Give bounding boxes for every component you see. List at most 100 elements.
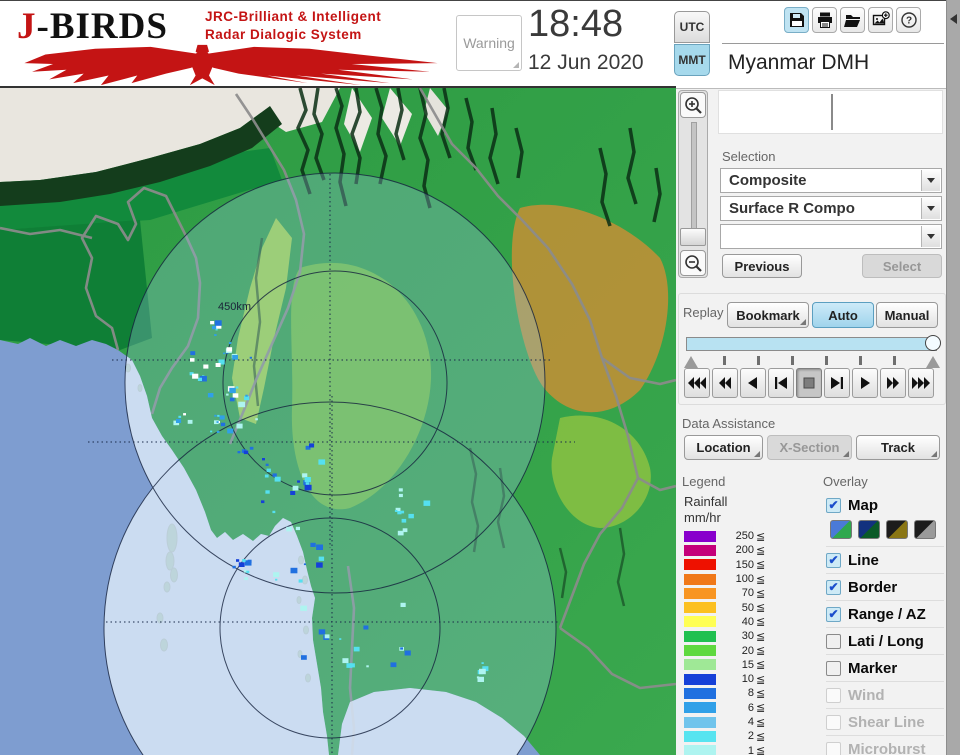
legend-row: 100 ≦ [684,572,780,586]
zoom-out-button[interactable] [680,250,706,276]
play-forward-button[interactable] [852,368,878,398]
zoom-in-button[interactable] [680,92,706,118]
step-forward-icon [831,377,843,389]
checkbox-disabled-icon [826,741,841,755]
overlay-item-microburst: Microburst [826,735,944,755]
range-ring-label: 450km [218,301,251,313]
stop-icon [803,377,815,389]
map-canvas: 450km [0,87,677,755]
bookmark-button[interactable]: Bookmark [727,302,809,328]
print-button[interactable] [812,7,837,33]
checkbox-checked-icon[interactable]: ✔ [826,497,841,513]
fast-rewind-3-button[interactable] [684,368,710,398]
add-image-icon [872,11,890,26]
replay-range-end-marker[interactable] [926,356,940,368]
stop-button[interactable] [796,368,822,398]
overlay-item-lati-long[interactable]: Lati / Long [826,627,944,654]
checkbox-checked-icon[interactable]: ✔ [826,606,841,622]
manual-button[interactable]: Manual [876,302,938,328]
zoom-slider-thumb[interactable] [680,228,706,246]
xsection-button[interactable]: X-Section [767,435,852,460]
checkbox-checked-icon[interactable]: ✔ [826,579,841,595]
fast-rewind-2-button[interactable] [712,368,738,398]
slider-tick [859,356,862,365]
overlay-item-marker[interactable]: Marker [826,654,944,681]
fast-forward-3-button[interactable] [908,368,934,398]
clock-time: 18:48 [528,3,624,45]
legend-row: 150 ≦ [684,558,780,572]
save-button[interactable] [784,7,809,33]
legend-swatch [684,702,716,714]
zoom-slider-track[interactable] [691,122,697,230]
selection-dropdown-2[interactable]: Surface R Compo [720,196,942,221]
warning-button[interactable]: Warning [456,15,522,71]
station-name: Myanmar DMH [728,51,870,74]
checkbox-unchecked-icon[interactable] [826,660,841,676]
checkbox-checked-icon[interactable]: ✔ [826,552,841,568]
overlay-list: ✔ Map ✔ Line ✔ Border ✔ Range / AZ Lati … [826,494,944,755]
mmt-button[interactable]: MMT [674,44,710,76]
jbirds-logo: J-BIRDS JRC-Brilliant & Intelligent Rada… [5,3,455,86]
collapse-arrow-icon [950,14,957,24]
help-button[interactable]: ? [896,7,921,33]
product-listbox[interactable] [718,90,943,134]
svg-text:?: ? [905,16,911,27]
play-backward-button[interactable] [740,368,766,398]
radar-map[interactable]: 450km [0,86,677,755]
map-style-thumbnail-3[interactable] [886,520,908,539]
replay-slider-handle[interactable] [925,335,941,351]
location-button[interactable]: Location [684,435,763,460]
play-forward-icon [861,377,870,389]
dropdown-arrow-button[interactable] [921,170,940,191]
clock-date: 12 Jun 2020 [528,51,644,74]
selection-label: Selection [722,149,776,164]
legend-swatch [684,659,716,671]
step-backward-button[interactable] [768,368,794,398]
dropdown-arrow-button[interactable] [921,198,940,219]
overlay-item-range-az[interactable]: ✔ Range / AZ [826,600,944,627]
header-bar: J-BIRDS JRC-Brilliant & Intelligent Rada… [0,0,960,87]
panel-collapse-strip[interactable] [946,0,960,755]
overlay-item-line[interactable]: ✔ Line [826,546,944,573]
slider-tick [757,356,760,365]
dropdown-arrow-button[interactable] [921,226,940,247]
add-image-button[interactable] [868,7,893,33]
step-forward-button[interactable] [824,368,850,398]
overlay-item-border[interactable]: ✔ Border [826,573,944,600]
jbirds-application: J-BIRDS JRC-Brilliant & Intelligent Rada… [0,0,960,755]
legend-row: 8 ≦ [684,686,780,700]
previous-button[interactable]: Previous [722,254,802,278]
auto-button[interactable]: Auto [812,302,874,328]
overlay-item-map[interactable]: ✔ Map [826,494,944,516]
help-icon: ? [900,12,917,28]
replay-range-start-marker[interactable] [684,356,698,368]
selection-dropdown-2-value: Surface R Compo [729,200,855,217]
track-button[interactable]: Track [856,435,940,460]
legend-swatch [684,673,716,685]
selection-dropdown-3[interactable] [720,224,942,249]
selection-dropdown-1[interactable]: Composite [720,168,942,193]
open-folder-button[interactable] [840,7,865,33]
fast-forward-2-icon [887,377,899,389]
legend-swatch [684,645,716,657]
select-button[interactable]: Select [862,254,942,278]
legend-swatch [684,559,716,571]
legend-row: 20 ≦ [684,643,780,657]
save-icon [789,13,804,27]
replay-slider-track[interactable] [686,337,937,351]
legend-row: 10 ≦ [684,672,780,686]
legend-swatch [684,602,716,614]
logo-subtitle-1: JRC-Brilliant & Intelligent [205,9,382,24]
map-style-thumbnail-2[interactable] [858,520,880,539]
fast-forward-2-button[interactable] [880,368,906,398]
folder-icon [843,15,860,27]
map-style-thumbnail-4[interactable] [914,520,936,539]
utc-button[interactable]: UTC [674,11,710,43]
timezone-toggle: UTC MMT [674,11,710,77]
fast-rewind-2-icon [719,377,731,389]
legend-swatch [684,587,716,599]
checkbox-unchecked-icon[interactable] [826,633,841,649]
legend-unit-2: mm/hr [684,510,721,525]
map-style-thumbnail-1[interactable] [830,520,852,539]
selection-dropdown-1-value: Composite [729,172,807,189]
